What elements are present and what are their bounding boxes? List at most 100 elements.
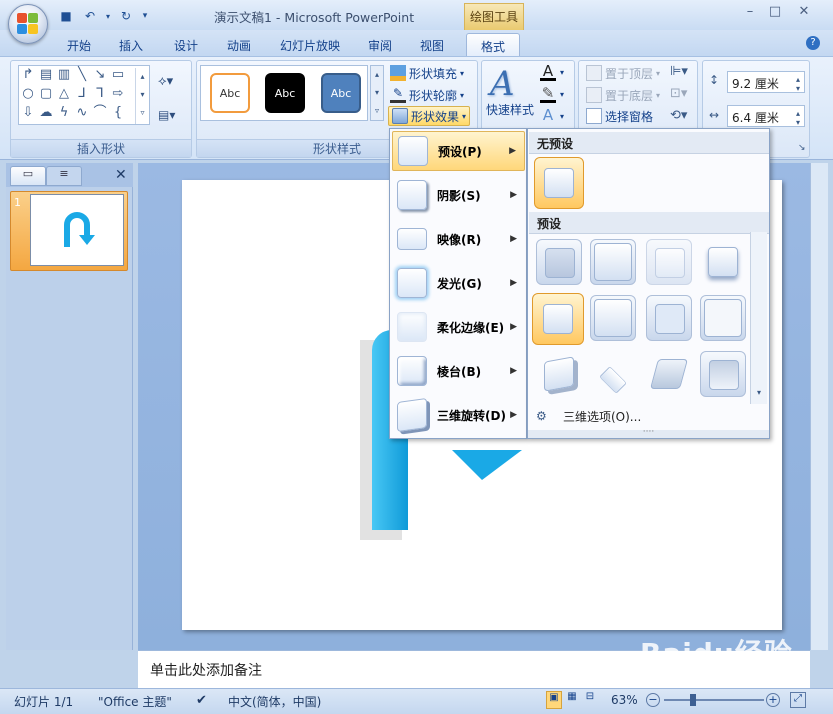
triangle-shape-icon[interactable]: △ [57,87,71,100]
preset-3[interactable] [646,239,692,285]
menu-item-preset[interactable]: 预设(P) ▶ [392,131,525,171]
style-orange-outline[interactable]: Abc [210,73,250,113]
resize-grip-icon[interactable]: ···· [528,428,769,438]
vertical-textbox-shape-icon[interactable]: ▥ [57,68,71,81]
text-outline-icon[interactable]: ✎ [540,86,556,103]
zoom-slider[interactable] [664,699,764,701]
menu-item-bevel[interactable]: 棱台(B) ▶ [392,351,525,391]
preset-8[interactable] [700,295,746,341]
notes-placeholder[interactable]: 单击此处添加备注 [150,660,262,680]
edit-shape-icon[interactable]: ⟡▾ [158,74,184,92]
elbow-arrow-shape-icon[interactable]: ⅂ [93,87,107,100]
fit-to-window-icon[interactable]: ⤢ [790,692,806,708]
arc-shape-icon[interactable]: ⌒ [93,106,107,119]
shape-styles-gallery[interactable]: Abc Abc Abc [200,65,368,121]
gallery-scrollbar[interactable]: ▾ [750,232,767,404]
tab-insert[interactable]: 插入 [110,33,152,57]
curved-arrow-shape-icon[interactable]: ↱ [21,68,35,81]
outline-tab[interactable]: ≡ [46,166,82,186]
tab-home[interactable]: 开始 [58,33,100,57]
close-pane-icon[interactable]: ✕ [115,167,127,183]
tab-format[interactable]: 格式 [466,33,520,57]
tab-slideshow[interactable]: 幻灯片放映 [272,33,348,57]
menu-item-reflection[interactable]: 映像(R) ▶ [392,219,525,259]
shape-outline-button[interactable]: ✎ 形状轮廓 ▾ [390,85,464,105]
down-arrow-shape-icon[interactable]: ⇩ [21,106,35,119]
oval-shape-icon[interactable]: ○ [21,87,35,100]
lightning-shape-icon[interactable]: ϟ [57,106,71,119]
text-effects-icon[interactable]: A [540,106,556,124]
maximize-button[interactable]: □ [762,4,788,24]
arrow-line-shape-icon[interactable]: ↘ [93,68,107,81]
slideshow-view-icon[interactable]: ⊟ [582,691,598,709]
styles-scroll-icon[interactable]: ▴ ▾ ▿ [370,65,384,121]
customize-qat-icon[interactable]: ▾ [140,7,150,25]
language-indicator[interactable]: 中文(简体，中国) [228,693,321,710]
undo-icon[interactable]: ↶ [80,7,100,25]
textbox-shape-icon[interactable]: ▤ [39,68,53,81]
dropdown-icon[interactable]: ▾ [104,7,112,25]
style-blue-fill[interactable]: Abc [321,73,361,113]
height-input[interactable]: 9.2 厘米 ▴ ▾ [727,71,805,93]
shape-fill-button[interactable]: 形状填充 ▾ [390,63,464,83]
selection-pane-button[interactable]: 选择窗格 [586,106,653,126]
sorter-view-icon[interactable]: ▦ [564,691,580,709]
close-button[interactable]: ✕ [791,4,817,24]
normal-view-icon[interactable]: ▣ [546,691,562,709]
textbox-icon[interactable]: ▤▾ [158,108,184,126]
rotate-icon[interactable]: ⟲▾ [670,108,687,123]
redo-icon[interactable]: ↻ [116,7,136,25]
style-black-fill[interactable]: Abc [265,73,305,113]
preset-1[interactable] [536,239,582,285]
group-icon[interactable]: ⊡▾ [670,86,687,101]
preset-12[interactable] [700,351,746,397]
save-icon[interactable]: ■ [56,7,76,25]
line-shape-icon[interactable]: ╲ [75,68,89,81]
size-dialog-launcher-icon[interactable]: ↘ [798,143,806,153]
preset-4[interactable] [700,239,746,285]
text-outline-dropdown-icon[interactable]: ▾ [560,90,564,99]
tab-design[interactable]: 设计 [165,33,207,57]
tab-view[interactable]: 视图 [412,33,452,57]
zoom-level[interactable]: 63% [611,693,638,707]
shapes-gallery[interactable]: ↱ ▤ ▥ ╲ ↘ ▭ ○ ▢ △ ⅃ ⅂ ⇨ ⇩ ☁ ϟ ∿ ⌒ { ▴ ▾ ▿ [18,65,150,125]
preset-10[interactable] [590,351,636,397]
preset-9[interactable] [536,351,582,397]
zoom-slider-thumb[interactable] [690,694,696,706]
menu-item-soft-edges[interactable]: 柔化边缘(E) ▶ [392,307,525,347]
right-arrow-shape-icon[interactable]: ⇨ [111,87,125,100]
text-fill-icon[interactable]: A [540,64,556,81]
minimize-button[interactable]: – [737,4,763,24]
help-icon[interactable]: ? [806,36,820,50]
preset-2[interactable] [590,239,636,285]
tab-animation[interactable]: 动画 [218,33,260,57]
height-spinner-icon[interactable]: ▴ ▾ [796,75,800,93]
slide-thumbnail[interactable] [30,194,124,266]
gallery-scroll-down-icon[interactable]: ▾ [751,388,767,397]
tab-review[interactable]: 审阅 [360,33,400,57]
width-spinner-icon[interactable]: ▴ ▾ [796,109,800,127]
menu-item-3d-rotation[interactable]: 三维旋转(D) ▶ [392,395,525,435]
quick-styles-icon[interactable]: A [490,64,526,104]
preset-none[interactable] [534,157,584,209]
theme-name[interactable]: "Office 主题" [98,693,172,710]
preset-6[interactable] [590,295,636,341]
send-to-back-button[interactable]: 置于底层 ▾ [586,85,660,105]
bring-to-front-button[interactable]: 置于顶层 ▾ [586,63,660,83]
text-effects-dropdown-icon[interactable]: ▾ [560,112,564,121]
office-button[interactable] [8,4,48,44]
slides-tab[interactable]: ▭ [10,166,46,186]
preset-7[interactable] [646,295,692,341]
shape-effects-button[interactable]: 形状效果 ▾ [388,106,471,126]
rounded-rect-shape-icon[interactable]: ▢ [39,87,53,100]
curve-shape-icon[interactable]: ∿ [75,106,89,119]
gallery-scroll-icon[interactable]: ▴ ▾ ▿ [135,68,149,124]
menu-item-shadow[interactable]: 阴影(S) ▶ [392,175,525,215]
quick-styles-label[interactable]: 快速样式 [486,101,534,118]
preset-5[interactable] [532,293,584,345]
text-fill-dropdown-icon[interactable]: ▾ [560,68,564,77]
preset-11[interactable] [646,351,692,397]
vertical-scrollbar[interactable] [810,163,828,650]
spellcheck-icon[interactable]: ✔ [196,693,207,708]
zoom-out-icon[interactable]: − [646,693,660,707]
